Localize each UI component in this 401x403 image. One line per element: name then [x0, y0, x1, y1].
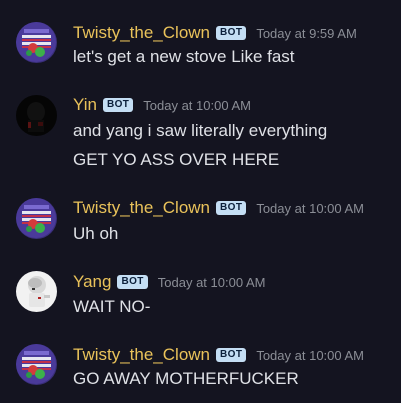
message-text: GET YO ASS OVER HERE: [73, 150, 280, 169]
message-text: and yang i saw literally everything: [73, 121, 328, 140]
timestamp: Today at 9:59 AM: [256, 25, 357, 41]
username[interactable]: Yang: [73, 272, 111, 292]
timestamp: Today at 10:00 AM: [256, 200, 365, 216]
username[interactable]: Twisty_the_Clown: [73, 198, 210, 218]
timestamp: Today at 10:00 AM: [143, 97, 251, 113]
message-text: WAIT NO-: [73, 297, 151, 316]
clown-avatar-icon[interactable]: [16, 22, 57, 63]
message-text: GO AWAY MOTHERFUCKER: [73, 369, 299, 388]
username[interactable]: Twisty_the_Clown: [73, 23, 210, 43]
white-figure-avatar-icon[interactable]: [16, 271, 57, 312]
bot-badge: BOT: [216, 26, 247, 40]
timestamp: Today at 10:00 AM: [157, 274, 266, 290]
clown-avatar-icon[interactable]: [16, 198, 57, 239]
clown-avatar-icon[interactable]: [16, 344, 57, 385]
username[interactable]: Yin: [73, 95, 97, 115]
dark-figure-avatar-icon[interactable]: [16, 95, 57, 136]
timestamp: Today at 10:00 AM: [256, 347, 365, 363]
bot-badge: BOT: [117, 275, 148, 289]
username[interactable]: Twisty_the_Clown: [73, 345, 210, 365]
bot-badge: BOT: [216, 201, 247, 215]
bot-badge: BOT: [216, 348, 247, 362]
bot-badge: BOT: [102, 98, 134, 112]
message-text: Uh oh: [73, 224, 119, 243]
message-text: let's get a new stove Like fast: [73, 47, 295, 66]
